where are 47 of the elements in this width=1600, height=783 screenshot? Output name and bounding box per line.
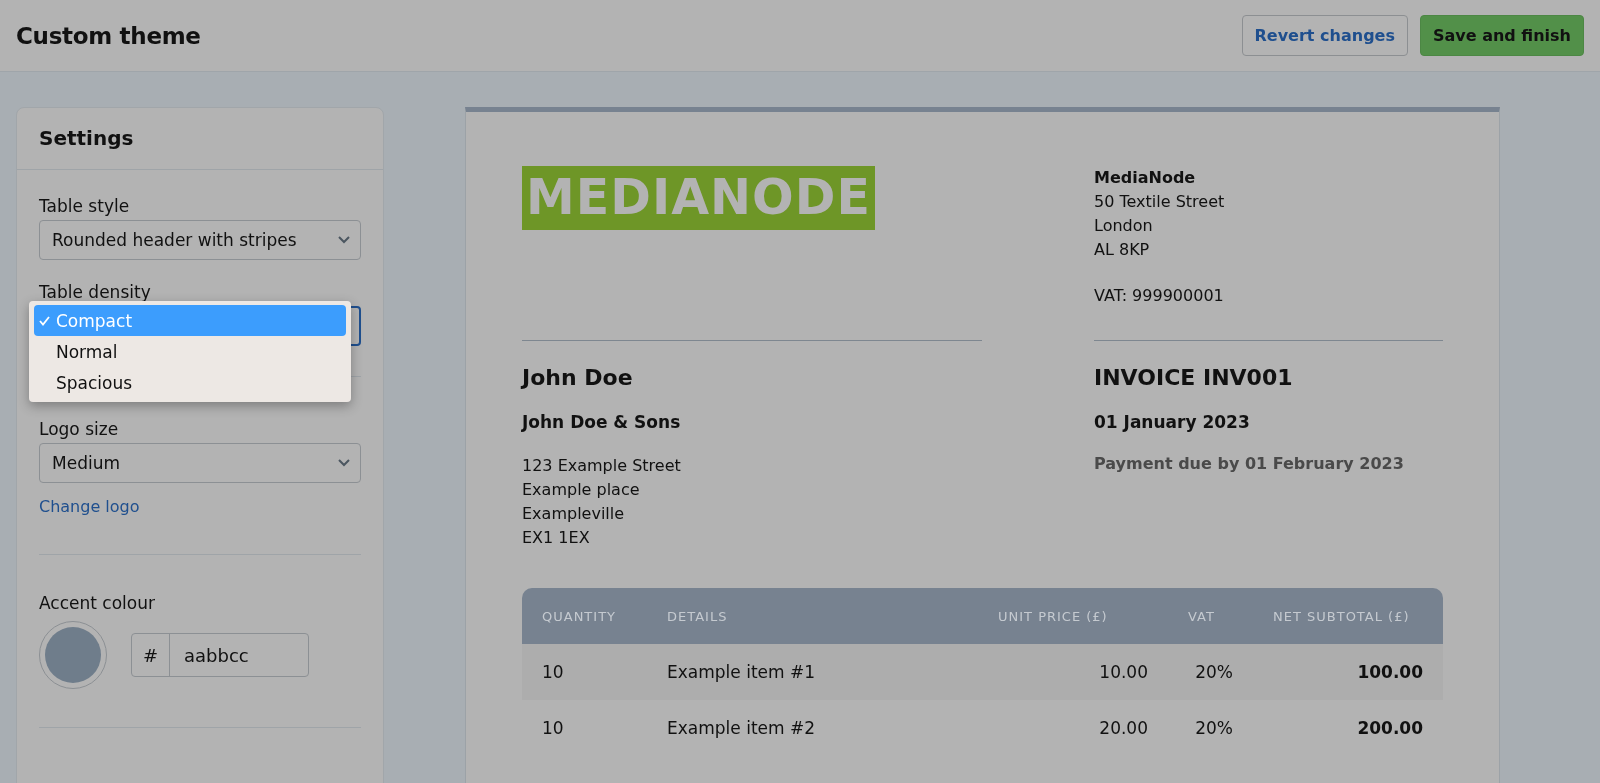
table-cell: 20% [1168, 700, 1253, 756]
payment-due: Payment due by 01 February 2023 [1094, 454, 1405, 473]
select-field[interactable]: Rounded header with stripes [39, 220, 361, 260]
table-cell: 10 [522, 700, 647, 756]
column-header: DETAILS [647, 588, 978, 644]
hex-input-field[interactable]: # aabbcc [131, 633, 309, 677]
address-line: EX1 1EX [522, 527, 591, 549]
column-header: QUANTITY [522, 588, 647, 644]
customer-name: John Doe [522, 365, 634, 390]
change-logo-link[interactable]: Change logo [39, 497, 361, 516]
check-icon [39, 315, 50, 326]
column-header: VAT [1168, 588, 1253, 644]
table-cell: 100.00 [1253, 644, 1443, 700]
field-label: Table style [39, 196, 131, 216]
address-line: 50 Textile Street [1094, 191, 1226, 213]
dropdown-option[interactable]: Normal [34, 336, 346, 367]
address-line: Exampleville [522, 503, 626, 525]
table-cell: 200.00 [1253, 700, 1443, 756]
field-label: Table density [39, 282, 152, 302]
chevron-icon [338, 459, 350, 467]
invoice-date: 01 January 2023 [1094, 412, 1251, 432]
company-logo: MEDIANODE [522, 166, 875, 230]
table-cell: Example item #2 [647, 700, 978, 756]
invoice-title: INVOICE INV001 [1094, 365, 1294, 390]
revert-button[interactable]: Revert changes [1241, 15, 1408, 56]
address-line: AL 8KP [1094, 239, 1151, 261]
save-button[interactable]: Save and finish [1419, 15, 1584, 56]
customer-company: John Doe & Sons [522, 412, 682, 432]
page-title: Custom theme [16, 22, 201, 49]
table-cell: Example item #1 [647, 644, 978, 700]
address-line: Example place [522, 479, 641, 501]
address-line: 123 Example Street [522, 455, 682, 477]
dropdown-option[interactable]: Spacious [34, 367, 346, 398]
table-cell: 10.00 [978, 644, 1168, 700]
address-line: London [1094, 215, 1154, 237]
select-field[interactable]: Medium [39, 443, 361, 483]
field-label: Logo size [39, 419, 120, 439]
panel-title: Settings [39, 126, 134, 150]
column-header: UNIT PRICE (£) [978, 588, 1168, 644]
column-header: NET SUBTOTAL (£) [1253, 588, 1443, 644]
table-cell: 20% [1168, 644, 1253, 700]
vat-number: VAT: 999900001 [1094, 285, 1225, 307]
company-name: MediaNode [1094, 167, 1197, 189]
table-cell: 20.00 [978, 700, 1168, 756]
field-label: Accent colour [39, 593, 156, 613]
chevron-icon [338, 236, 350, 244]
table-cell: 10 [522, 644, 647, 700]
